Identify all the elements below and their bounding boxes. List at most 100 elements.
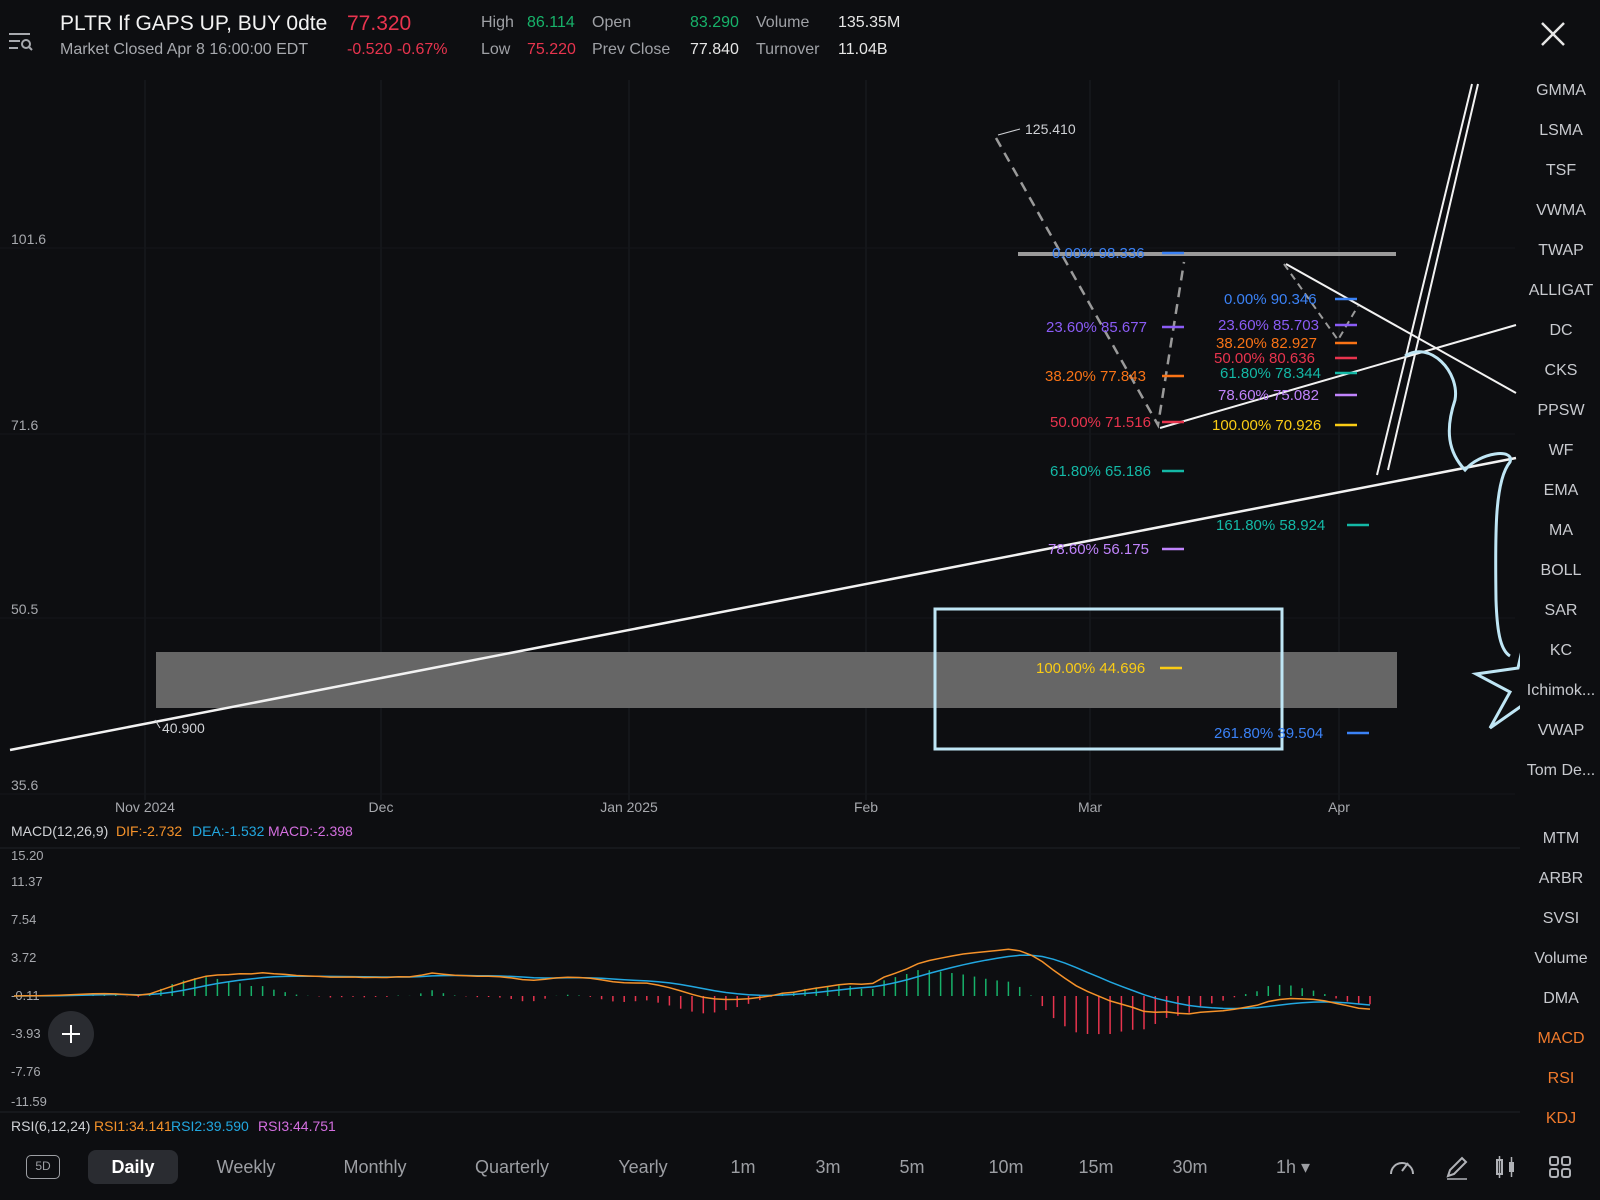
speedometer-icon	[1390, 1162, 1414, 1175]
rsi-legend-rsi2: RSI2:39.590	[171, 1118, 249, 1134]
indicator-ema[interactable]: EMA	[1522, 482, 1600, 500]
demand-zone-rect	[156, 652, 1397, 708]
price-chart[interactable]: 0.00% 98.336 23.60% 85.677 38.20% 77.843 50…	[0, 0, 1520, 1140]
timeframe-15m[interactable]: 15m	[1074, 1150, 1118, 1184]
x-axis-tick-label: Nov 2024	[115, 799, 175, 815]
fib-level-label: 23.60% 85.677	[1046, 319, 1147, 336]
indicator-ichimok[interactable]: Ichimok...	[1522, 682, 1600, 700]
indicator-macd[interactable]: MACD	[1522, 1030, 1600, 1048]
y-axis-tick-label: 50.5	[11, 601, 38, 617]
indicator-sar[interactable]: SAR	[1522, 602, 1600, 620]
indicator-alligat[interactable]: ALLIGAT	[1522, 282, 1600, 300]
macd-y-tick-label: 15.20	[11, 848, 44, 863]
indicator-sidebar: GMMA LSMA TSF VWMA TWAP ALLIGAT DC CKS PPSW WF EMA…	[1522, 72, 1600, 1127]
add-indicator-button[interactable]	[48, 1011, 94, 1057]
macd-y-tick-label: 11.37	[11, 874, 43, 889]
pencil-icon	[1446, 1156, 1468, 1180]
indicator-arbr[interactable]: ARBR	[1522, 870, 1600, 888]
chart-type-button[interactable]	[1491, 1152, 1521, 1182]
fib-level-label: 100.00% 70.926	[1212, 417, 1321, 434]
high-annotation-label: 125.410	[1025, 121, 1076, 137]
indicator-ppsw[interactable]: PPSW	[1522, 402, 1600, 420]
timeframe-10m[interactable]: 10m	[984, 1150, 1028, 1184]
fib-level-label: 261.80% 39.504	[1214, 725, 1323, 742]
indicator-speed-button[interactable]	[1387, 1152, 1417, 1182]
macd-legend-macd: MACD:-2.398	[268, 823, 353, 839]
macd-y-tick-label: 7.54	[11, 912, 36, 927]
rsi-legend-rsi3: RSI3:44.751	[258, 1118, 336, 1134]
indicator-rsi[interactable]: RSI	[1522, 1070, 1600, 1088]
macd-y-tick-label: -7.76	[11, 1064, 41, 1079]
x-axis-tick-label: Mar	[1078, 799, 1102, 815]
high-annotation-pointer	[997, 128, 1021, 136]
indicator-vwap[interactable]: VWAP	[1522, 722, 1600, 740]
fib-level-label: 61.80% 78.344	[1220, 365, 1321, 382]
macd-legend-dif: DIF:-2.732	[116, 823, 183, 839]
breakout-line	[1387, 83, 1479, 471]
fib-level-label: 78.60% 75.082	[1218, 387, 1319, 404]
indicator-kdj[interactable]: KDJ	[1522, 1110, 1600, 1128]
y-axis-tick-label: 101.6	[11, 231, 46, 247]
grid-icon	[1549, 1156, 1571, 1178]
plus-icon	[62, 1025, 80, 1043]
fib-level-label: 0.00% 90.346	[1224, 291, 1317, 308]
fib-level-label: 50.00% 71.516	[1050, 414, 1151, 431]
fib-level-label: 23.60% 85.703	[1218, 317, 1319, 334]
x-axis-tick-label: Jan 2025	[600, 799, 658, 815]
timeframe-1h[interactable]: 1h ▾	[1270, 1150, 1316, 1184]
x-axis-tick-label: Apr	[1328, 799, 1350, 815]
wedge-support-line	[1159, 324, 1517, 429]
indicator-dc[interactable]: DC	[1522, 322, 1600, 340]
fib-level-label: 161.80% 58.924	[1216, 517, 1325, 534]
fib-level-label: 100.00% 44.696	[1036, 660, 1145, 677]
timeframe-monthly[interactable]: Monthly	[330, 1150, 420, 1184]
macd-legend-dea: DEA:-1.532	[192, 823, 265, 839]
timeframe-quarterly[interactable]: Quarterly	[459, 1150, 565, 1184]
breakout-line	[1376, 83, 1473, 476]
indicator-ma[interactable]: MA	[1522, 522, 1600, 540]
indicator-vwma[interactable]: VWMA	[1522, 202, 1600, 220]
macd-legend-name: MACD(12,26,9)	[11, 823, 109, 839]
timeframe-weekly[interactable]: Weekly	[205, 1150, 287, 1184]
fib-level-label: 38.20% 77.843	[1045, 368, 1146, 385]
indicator-tom-de[interactable]: Tom De...	[1522, 762, 1600, 780]
indicator-mtm[interactable]: MTM	[1522, 830, 1600, 848]
macd-y-tick-label: -11.59	[11, 1094, 47, 1109]
indicator-boll[interactable]: BOLL	[1522, 562, 1600, 580]
candles-icon	[1496, 1156, 1514, 1178]
timeframe-yearly[interactable]: Yearly	[596, 1150, 690, 1184]
timeframe-30m[interactable]: 30m	[1167, 1150, 1213, 1184]
x-axis-tick-label: Feb	[854, 799, 878, 815]
draw-tool-button[interactable]	[1442, 1152, 1472, 1182]
timeframe-1m[interactable]: 1m	[726, 1150, 760, 1184]
fib-level-label: 61.80% 65.186	[1050, 463, 1151, 480]
indicator-kc[interactable]: KC	[1522, 642, 1600, 660]
timeframe-5m[interactable]: 5m	[894, 1150, 930, 1184]
x-axis-tick-label: Dec	[369, 799, 394, 815]
indicator-wf[interactable]: WF	[1522, 442, 1600, 460]
indicator-dma[interactable]: DMA	[1522, 990, 1600, 1008]
layout-grid-button[interactable]	[1545, 1152, 1575, 1182]
timeframe-3m[interactable]: 3m	[810, 1150, 846, 1184]
indicator-svsi[interactable]: SVSI	[1522, 910, 1600, 928]
indicator-volume[interactable]: Volume	[1522, 950, 1600, 968]
hand-drawn-star	[1471, 652, 1520, 730]
indicator-lsma[interactable]: LSMA	[1522, 122, 1600, 140]
indicator-tsf[interactable]: TSF	[1522, 162, 1600, 180]
macd-y-tick-label: -3.93	[11, 1026, 41, 1041]
timeframe-5d[interactable]: 5D	[26, 1155, 60, 1179]
hand-drawn-arrow-curve	[1404, 350, 1512, 658]
rsi-legend-name: RSI(6,12,24)	[11, 1118, 91, 1134]
indicator-gmma[interactable]: GMMA	[1522, 82, 1600, 100]
rsi-legend-rsi1: RSI1:34.141	[94, 1118, 172, 1134]
fib-level-label: 0.00% 98.336	[1052, 245, 1145, 262]
close-icon	[1541, 22, 1565, 46]
low-annotation-label: 40.900	[162, 720, 205, 736]
close-button[interactable]	[1535, 16, 1571, 52]
macd-y-tick-label: 3.72	[11, 950, 36, 965]
y-axis-tick-label: 71.6	[11, 417, 38, 433]
indicator-twap[interactable]: TWAP	[1522, 242, 1600, 260]
fib-level-label: 78.60% 56.175	[1048, 541, 1149, 558]
timeframe-daily[interactable]: Daily	[88, 1150, 178, 1184]
indicator-cks[interactable]: CKS	[1522, 362, 1600, 380]
